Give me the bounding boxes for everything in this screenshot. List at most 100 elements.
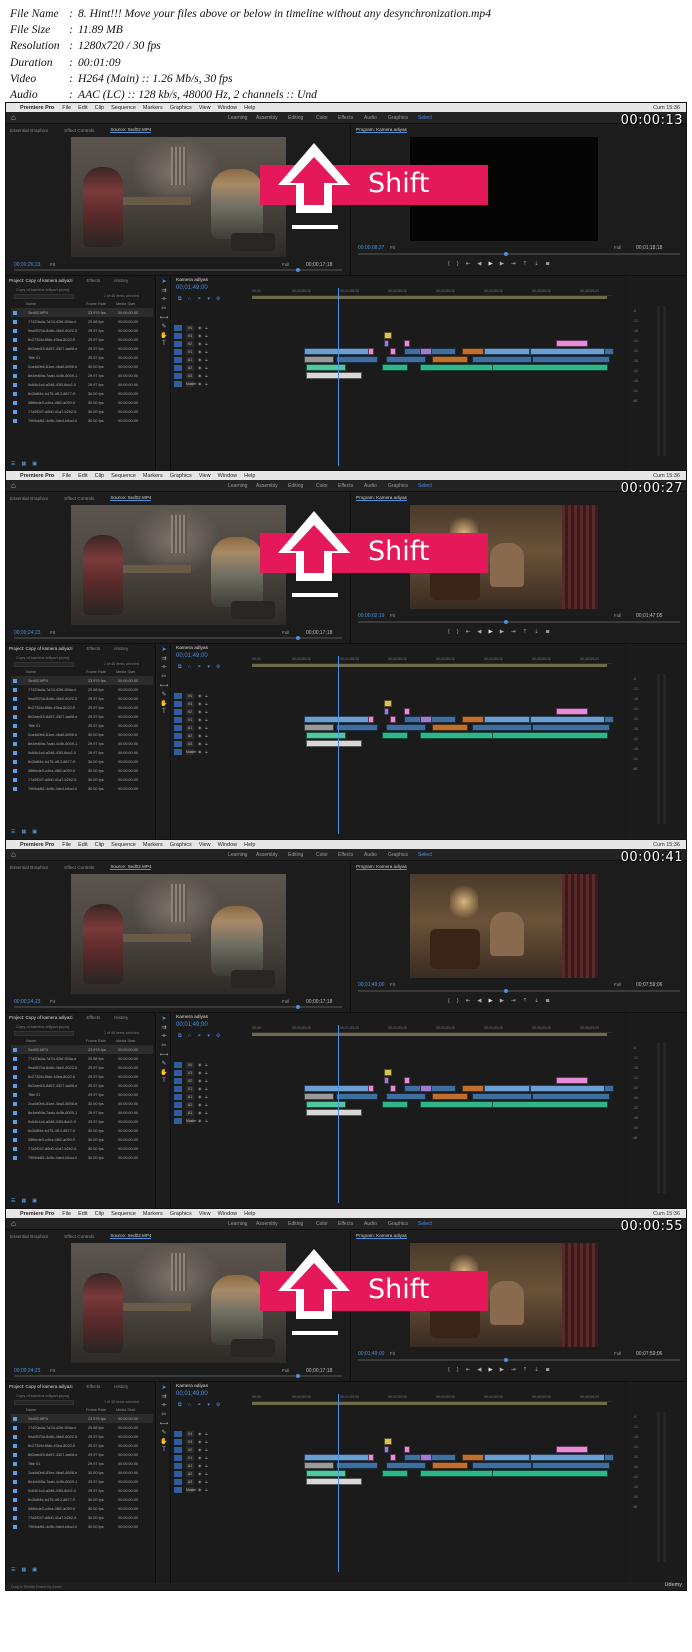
- lock-icon[interactable]: 🔒︎: [205, 326, 207, 330]
- column-frame-rate[interactable]: Frame Rate: [86, 302, 116, 306]
- type-tool-icon[interactable]: T: [157, 1078, 171, 1084]
- menu-sequence[interactable]: Sequence: [111, 1211, 136, 1217]
- add-marker-icon[interactable]: ▾: [207, 296, 210, 302]
- tab-source[interactable]: Source: Sed02.MP4: [110, 1233, 152, 1239]
- timeline-clip[interactable]: [532, 356, 610, 363]
- project-item-row[interactable]: Title 01 29.97 fps 00:00:00:00: [11, 1090, 153, 1099]
- source-timecode[interactable]: 00;00;24;23: [14, 630, 40, 636]
- track-header[interactable]: V1 ◉ 🔒︎: [172, 1085, 252, 1092]
- pen-tool-icon[interactable]: ✎: [157, 1060, 171, 1067]
- source-scrubber[interactable]: [14, 637, 342, 639]
- timeline-clip[interactable]: [384, 1438, 392, 1445]
- pen-tool-icon[interactable]: ✎: [157, 323, 171, 330]
- track-header[interactable]: Master ◉ 🔒︎: [172, 748, 252, 755]
- lift-icon[interactable]: ⇡: [523, 261, 528, 267]
- eye-icon[interactable]: ◉: [198, 357, 201, 362]
- track-header[interactable]: A3 ◉ 🔒︎: [172, 1109, 252, 1116]
- timeline-clip[interactable]: [472, 356, 532, 363]
- track-target-toggle[interactable]: [174, 708, 182, 715]
- project-item-row[interactable]: 8c2732fd-f5de-43ea-8022-5 29.97 fps 00:00:…: [11, 1441, 153, 1450]
- timeline-clip[interactable]: [384, 708, 389, 715]
- project-item-row[interactable]: 9c64b1a4-a2d8-43f3-8cb2-0 29.97 fps 00:00:…: [11, 1486, 153, 1495]
- add-marker-icon[interactable]: ▾: [207, 664, 210, 670]
- timeline-clip[interactable]: [304, 1462, 334, 1469]
- timeline-clip[interactable]: [462, 1454, 484, 1461]
- source-full-dropdown[interactable]: Full: [282, 999, 289, 1004]
- icon-view-icon[interactable]: ▦: [21, 1198, 26, 1204]
- menu-markers[interactable]: Markers: [143, 1211, 163, 1217]
- timeline-clip[interactable]: [306, 1101, 346, 1108]
- track-target-toggle[interactable]: [174, 1093, 182, 1100]
- source-fit-dropdown[interactable]: Fit: [50, 630, 55, 635]
- menu-window[interactable]: Window: [218, 473, 238, 479]
- menu-window[interactable]: Window: [218, 105, 238, 111]
- timeline-playhead[interactable]: [338, 656, 339, 834]
- program-full-dropdown[interactable]: Full: [614, 982, 621, 987]
- source-playhead[interactable]: [296, 1005, 300, 1009]
- menu-graphics[interactable]: Graphics: [170, 473, 192, 479]
- column-media-start[interactable]: Media Start: [116, 1408, 135, 1412]
- list-view-icon[interactable]: ☰: [11, 829, 15, 835]
- play-icon[interactable]: ▶: [489, 998, 493, 1004]
- go-to-in-icon[interactable]: ⇤: [466, 1367, 471, 1373]
- project-item-row[interactable]: 9c64b1a4-a2d8-43f3-8cb2-0 29.97 fps 00:00:…: [11, 748, 153, 757]
- workspace-audio[interactable]: Audio: [364, 115, 377, 121]
- lock-icon[interactable]: 🔒︎: [205, 750, 207, 754]
- project-item-row[interactable]: Sed02.MP4 23.976 fps 00:00:00:00: [11, 1414, 153, 1423]
- track-target-toggle[interactable]: [174, 724, 182, 731]
- home-icon[interactable]: ⌂: [11, 850, 16, 859]
- lock-icon[interactable]: 🔒︎: [205, 382, 207, 386]
- workspace-effects[interactable]: Effects: [338, 483, 353, 489]
- menu-graphics[interactable]: Graphics: [170, 1211, 192, 1217]
- workspace-audio[interactable]: Audio: [364, 852, 377, 858]
- menu-graphics[interactable]: Graphics: [170, 105, 192, 111]
- timeline-tab[interactable]: Kamera adiyas: [176, 278, 208, 283]
- snap-icon[interactable]: ∩: [188, 664, 192, 670]
- lock-icon[interactable]: 🔒︎: [205, 1448, 207, 1452]
- timeline-clip[interactable]: [382, 732, 408, 739]
- workspace-learning[interactable]: Learning: [228, 115, 247, 121]
- track-header[interactable]: A2 ◉ 🔒︎: [172, 364, 252, 371]
- timeline-clip[interactable]: [604, 1454, 614, 1461]
- lock-icon[interactable]: 🔒︎: [205, 1063, 207, 1067]
- tab-effect-controls[interactable]: Effect Controls: [64, 128, 94, 133]
- linked-selection-icon[interactable]: ⚭: [197, 1402, 201, 1408]
- lock-icon[interactable]: 🔒︎: [205, 1480, 207, 1484]
- timeline-clip[interactable]: [556, 708, 588, 715]
- project-item-row[interactable]: 77420a4a-7a7d-42bf-92da-e 29.98 fps 00:00:…: [11, 685, 153, 694]
- project-item-row[interactable]: 08f6ede3-c4ea-4f62-a059-9 30.00 fps 00:00:…: [11, 398, 153, 407]
- project-item-row[interactable]: Sed02.MP4 23.976 fps 00:00:00:00: [11, 308, 153, 317]
- track-header[interactable]: V1 ◉ 🔒︎: [172, 716, 252, 723]
- lock-icon[interactable]: 🔒︎: [205, 1095, 207, 1099]
- tab-program[interactable]: Program: Kamera adiyas: [356, 127, 407, 133]
- track-target-toggle[interactable]: [174, 732, 182, 739]
- hand-tool-icon[interactable]: ✋: [157, 700, 171, 707]
- timeline-clip[interactable]: [530, 1454, 610, 1461]
- eye-icon[interactable]: ◉: [198, 1110, 201, 1115]
- project-item-row[interactable]: 9ea9570d-8c6b-46e0-8022-5 29.97 fps 00:00:…: [11, 1063, 153, 1072]
- mark-out-icon[interactable]: }: [457, 1367, 459, 1373]
- eye-icon[interactable]: ◉: [198, 341, 201, 346]
- menu-sequence[interactable]: Sequence: [111, 473, 136, 479]
- eye-icon[interactable]: ◉: [198, 365, 201, 370]
- eye-icon[interactable]: ◉: [198, 725, 201, 730]
- home-icon[interactable]: ⌂: [11, 1219, 16, 1228]
- workspace-editing[interactable]: Editing: [288, 1221, 303, 1227]
- timeline-clip[interactable]: [556, 1446, 588, 1453]
- track-target-toggle[interactable]: [174, 380, 182, 387]
- tab-program[interactable]: Program: Kamera adiyas: [356, 1233, 407, 1239]
- menu-edit[interactable]: Edit: [78, 473, 87, 479]
- program-full-dropdown[interactable]: Full: [614, 613, 621, 618]
- lock-icon[interactable]: 🔒︎: [205, 350, 207, 354]
- step-forward-icon[interactable]: ▶: [500, 629, 504, 635]
- mark-out-icon[interactable]: }: [457, 261, 459, 267]
- project-item-row[interactable]: 2ca4d0b6-81ee-4ba0-8698-b 30.00 fps 00:00:…: [11, 730, 153, 739]
- timeline-timecode[interactable]: 00;01;49;00: [176, 1391, 208, 1397]
- lock-icon[interactable]: 🔒︎: [205, 1488, 207, 1492]
- eye-icon[interactable]: ◉: [198, 325, 201, 330]
- eye-icon[interactable]: ◉: [198, 1062, 201, 1067]
- timeline-clip[interactable]: [462, 1085, 484, 1092]
- slip-tool-icon[interactable]: ⟷: [157, 1420, 171, 1427]
- track-target-toggle[interactable]: [174, 1454, 182, 1461]
- timeline-playhead[interactable]: [338, 1394, 339, 1572]
